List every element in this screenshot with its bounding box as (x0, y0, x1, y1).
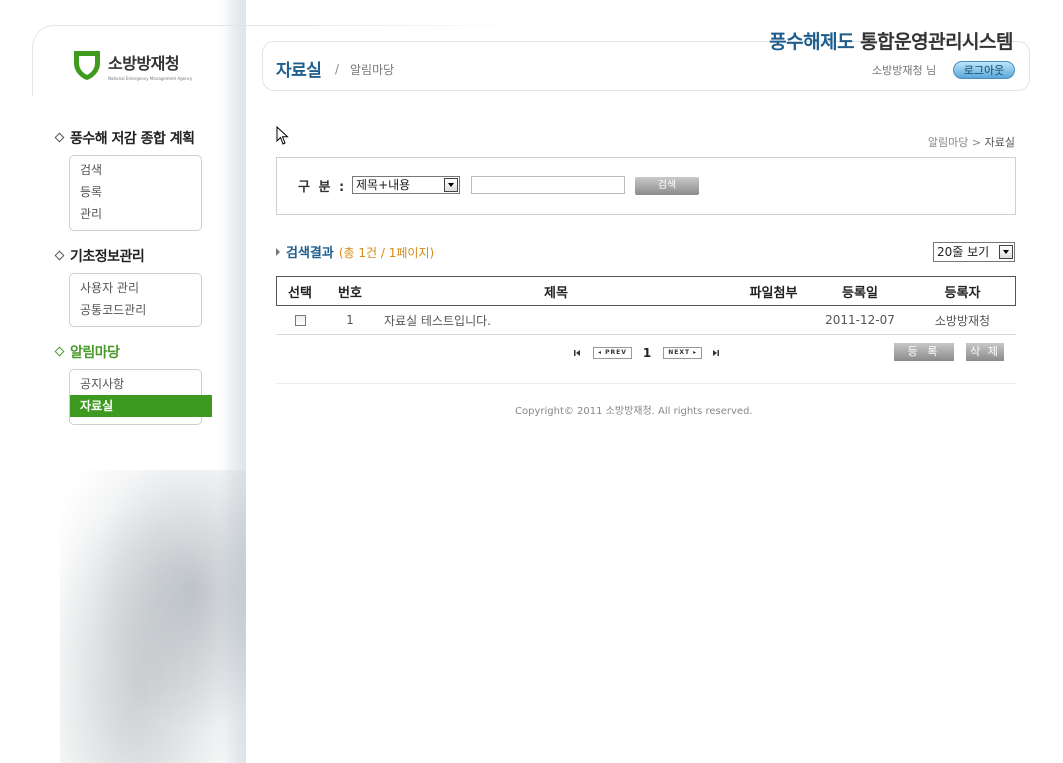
next-page-button[interactable]: NEXT ▸ (663, 347, 703, 359)
search-category-select[interactable]: 제목+내용 (352, 176, 460, 194)
footer-divider (276, 383, 1016, 384)
menu-box-basic-info: 사용자 관리 공통코드관리 (69, 273, 202, 327)
row-number: 1 (324, 305, 376, 335)
menu-item-notices[interactable]: 공지사항 (70, 373, 201, 395)
menu-item-common-code[interactable]: 공통코드관리 (70, 299, 201, 321)
sidebar-photo (60, 470, 246, 763)
row-checkbox[interactable] (294, 314, 306, 326)
triangle-bullet-icon (276, 247, 280, 256)
table-row: 1 자료실 테스트입니다. 2011-12-07 소방방재청 (276, 305, 1016, 335)
row-title-link[interactable]: 자료실 테스트입니다. (376, 305, 736, 335)
per-page-value: 20줄 보기 (937, 245, 990, 259)
column-header-attachment: 파일첨부 (736, 276, 811, 306)
menu-item-manage[interactable]: 관리 (70, 203, 201, 225)
pagination: ◂ PREV 1 NEXT ▸ (573, 346, 720, 360)
menu-item-archive[interactable]: 자료실 (70, 395, 212, 417)
org-logo[interactable]: 소방방재청 National Emergency Management Agen… (72, 48, 192, 82)
column-header-select: 선택 (276, 276, 324, 306)
org-name-english: National Emergency Management Agency (108, 75, 193, 81)
current-page[interactable]: 1 (643, 346, 651, 360)
system-title-rest: 통합운영관리시스템 (854, 31, 1013, 53)
menu-section-basic-info[interactable]: 기초정보관리 (54, 246, 145, 266)
row-date: 2011-12-07 (811, 305, 909, 335)
archive-table: 선택 번호 제목 파일첨부 등록일 등록자 1 자료실 테스트입니다. 2011… (276, 276, 1016, 335)
menu-section-title: 알림마당 (70, 345, 120, 361)
menu-section-title: 기초정보관리 (70, 249, 145, 265)
search-category-value: 제목+내용 (356, 178, 411, 192)
results-heading: 검색결과 (총 1건 / 1페이지) (276, 242, 434, 261)
menu-box-notice: 공지사항 자료실 (69, 369, 212, 425)
user-name: 소방방재청 님 (872, 64, 937, 77)
search-button[interactable]: 검색 (635, 177, 699, 195)
menu-item-user-manage[interactable]: 사용자 관리 (70, 277, 201, 299)
chevron-down-icon[interactable] (999, 245, 1013, 259)
row-attachment (736, 305, 811, 335)
per-page-select[interactable]: 20줄 보기 (933, 242, 1015, 262)
search-panel: 구 분 : 제목+내용 검색 (276, 157, 1016, 215)
header-line (246, 25, 536, 26)
mouse-cursor-icon (276, 126, 289, 145)
search-input[interactable] (471, 176, 625, 194)
row-author: 소방방재청 (909, 305, 1016, 335)
diamond-bullet-icon (54, 132, 65, 142)
column-header-date: 등록일 (811, 276, 909, 306)
first-page-icon[interactable] (573, 348, 581, 358)
prev-page-button[interactable]: ◂ PREV (593, 347, 632, 359)
menu-item-register[interactable]: 등록 (70, 181, 201, 203)
chevron-down-icon[interactable] (444, 178, 458, 192)
left-sidebar: 소방방재청 National Emergency Management Agen… (0, 0, 246, 763)
column-header-number: 번호 (324, 276, 376, 306)
page-parent-label: 알림마당 (350, 63, 395, 77)
menu-section-plan[interactable]: 풍수해 저감 종합 계획 (54, 128, 195, 148)
delete-button[interactable]: 삭 제 (966, 343, 1004, 361)
system-title-highlight: 풍수해제도 (769, 31, 855, 53)
breadcrumb: 알림마당 > 자료실 (928, 134, 1015, 150)
page-title-separator: / (335, 62, 340, 76)
results-title: 검색결과 (286, 246, 334, 261)
table-header-row: 선택 번호 제목 파일첨부 등록일 등록자 (276, 276, 1016, 306)
breadcrumb-sep: > (968, 136, 985, 149)
column-header-author: 등록자 (909, 276, 1016, 306)
menu-section-title: 풍수해 저감 종합 계획 (70, 131, 195, 147)
menu-box-plan: 검색 등록 관리 (69, 155, 202, 231)
copyright-text: Copyright© 2011 소방방재청. All rights reserv… (515, 406, 753, 417)
results-count: (총 1건 / 1페이지) (338, 246, 435, 260)
org-name: 소방방재청 (108, 53, 180, 73)
menu-section-notice[interactable]: 알림마당 (54, 342, 120, 362)
diamond-bullet-icon (54, 346, 65, 356)
system-title: 풍수해제도 통합운영관리시스템 (769, 27, 1013, 54)
shield-logo-icon (74, 51, 100, 80)
page-title: 자료실 (276, 61, 322, 81)
row-checkbox-cell (276, 305, 324, 335)
last-page-icon[interactable] (712, 348, 720, 358)
breadcrumb-current: 자료실 (984, 136, 1015, 149)
logout-button[interactable]: 로그아웃 (953, 61, 1015, 79)
column-header-title: 제목 (376, 276, 736, 306)
breadcrumb-parent[interactable]: 알림마당 (928, 136, 968, 149)
diamond-bullet-icon (54, 250, 65, 260)
menu-item-search[interactable]: 검색 (70, 159, 201, 181)
register-button[interactable]: 등 록 (894, 343, 954, 361)
search-category-label: 구 분 : (298, 180, 347, 195)
